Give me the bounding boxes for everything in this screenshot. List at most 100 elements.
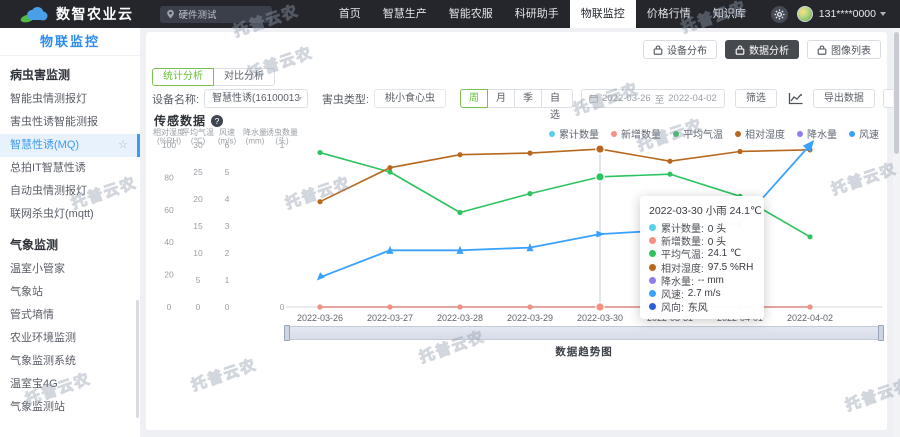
legend-dot — [735, 131, 741, 137]
sidebar-item-smart-insect-lamp[interactable]: 智能虫情测报灯 — [0, 88, 140, 111]
tooltip-series-value: 24.1 ℃ — [708, 248, 741, 259]
user-name[interactable]: 131****0000 — [819, 8, 876, 20]
point-marker — [457, 152, 462, 157]
nav-item-price-market[interactable]: 价格行情 — [636, 0, 702, 28]
page-scrollbar[interactable] — [893, 28, 900, 437]
datazoom-slider[interactable] — [286, 326, 882, 340]
sidebar-item-label: 管式墒情 — [10, 309, 54, 321]
y-axis-tick: 100 — [162, 140, 176, 150]
period-button-group: 周月季自选 — [460, 89, 573, 108]
y-axis-tick: 3 — [225, 221, 230, 231]
nav-item-smart-service[interactable]: 智能农服 — [438, 0, 504, 28]
point-marker — [317, 304, 322, 309]
pest-type-value[interactable]: 桃小食心虫 — [374, 89, 446, 108]
lock-icon — [735, 45, 745, 55]
pest-type-label: 害虫类型: — [322, 91, 369, 107]
sidebar-item-weather-monitor-station[interactable]: 气象监测站 — [0, 396, 140, 419]
sidebar-item-agri-env-monitor[interactable]: 农业环境监测 — [0, 327, 140, 350]
point-marker — [527, 304, 532, 309]
sidebar-item-pest-lure-report[interactable]: 害虫性诱智能测报 — [0, 111, 140, 134]
legend-item-relative-humidity[interactable]: 相对湿度 — [735, 126, 785, 141]
sidebar-item-weather-monitor-system[interactable]: 气象监测系统 — [0, 350, 140, 373]
sensor-chart[interactable]: 相对湿度(%RH)100806040200平均气温(℃)302520151050… — [146, 128, 887, 333]
help-icon[interactable]: ? — [211, 115, 223, 127]
point-marker — [667, 159, 672, 164]
tab-statistical-analysis[interactable]: 统计分析 — [152, 68, 214, 86]
nav-item-research-assistant[interactable]: 科研助手 — [504, 0, 570, 28]
nav-item-home[interactable]: 首页 — [328, 0, 372, 28]
nav-item-knowledge-base[interactable]: 知识库 — [702, 0, 757, 28]
sidebar-item-label: 联网杀虫灯(mqtt) — [10, 208, 94, 220]
tooltip-row: 累计数量:0 头 — [649, 221, 755, 234]
sidebar-item-tube-moisture[interactable]: 管式墒情 — [0, 304, 140, 327]
period-button-month[interactable]: 月 — [487, 89, 515, 108]
chart-legend: 累计数量新增数量 平均气温相对湿度降水量 风速 — [549, 126, 879, 141]
legend-item-cumulative-count[interactable]: 累计数量 — [549, 126, 599, 141]
filter-button[interactable]: 筛选 — [735, 89, 777, 108]
sidebar-item-greenhouse-keeper[interactable]: 温室小管家 — [0, 258, 140, 281]
tooltip-row: 新增数量:0 头 — [649, 234, 755, 247]
y-axis-tick: 4 — [225, 194, 230, 204]
sensor-data-title: 传感数据 — [154, 112, 206, 129]
y-axis-tick: 25 — [193, 167, 203, 177]
sidebar-item-smart-lure-mq[interactable]: 智慧性诱(MQ)☆ — [0, 134, 140, 157]
sidebar-section-pest-monitoring: 病虫害监测 — [0, 56, 140, 88]
legend-item-rainfall[interactable]: 降水量 — [797, 126, 837, 141]
sidebar-item-iot-insecticidal-lamp[interactable]: 联网杀虫灯(mqtt) — [0, 203, 140, 226]
sidebar-item-label: 智能虫情测报灯 — [10, 93, 87, 105]
legend-item-new-count[interactable]: 新增数量 — [611, 126, 661, 141]
y-axis-tick: 40 — [164, 237, 174, 247]
nav-item-smart-production[interactable]: 智慧生产 — [372, 0, 438, 28]
point-marker — [527, 191, 532, 196]
legend-item-wind-speed[interactable]: 风速 — [849, 126, 879, 141]
legend-label: 平均气温 — [683, 126, 723, 141]
legend-label: 风速 — [859, 126, 879, 141]
view-button-label: 设备分布 — [667, 42, 707, 57]
sidebar-scrollbar[interactable] — [136, 300, 139, 418]
period-button-week[interactable]: 周 — [460, 89, 488, 108]
trend-chart-icon-button[interactable] — [788, 92, 803, 105]
device-select[interactable]: 智慧性诱(16100013 — [204, 89, 308, 108]
settings-button[interactable] — [771, 6, 788, 23]
x-axis-label: 2022-04-02 — [787, 313, 833, 323]
tooltip-rows: 累计数量:0 头新增数量:0 头平均气温:24.1 ℃相对湿度:97.5 %RH… — [649, 221, 755, 313]
y-axis-unit: (mm) — [246, 137, 265, 146]
y-axis-tick: 6 — [225, 140, 230, 150]
view-button-label: 数据分析 — [749, 42, 789, 57]
datazoom-right-handle[interactable] — [878, 325, 884, 341]
lock-icon — [817, 45, 827, 55]
sidebar-item-weather-station[interactable]: 气象站 — [0, 281, 140, 304]
export-data-button[interactable]: 导出数据 — [813, 89, 875, 108]
search-input[interactable]: 硬件测试 — [160, 6, 272, 23]
y-axis-tick: 60 — [164, 205, 174, 215]
legend-item-avg-temperature[interactable]: 平均气温 — [673, 126, 723, 141]
y-axis-tick: 80 — [164, 172, 174, 182]
view-button-image-list[interactable]: 图像列表 — [807, 40, 881, 59]
app-logo[interactable]: 数智农业云 — [20, 4, 134, 24]
chart-tooltip: 2022-03-30 小雨 24.1℃ 累计数量:0 头新增数量:0 头平均气温… — [640, 196, 764, 319]
date-range-picker[interactable]: 2022-03-26 至 2022-04-02 — [581, 89, 725, 108]
sidebar-item-zongpai-it-lure[interactable]: 总拍IT智慧性诱 — [0, 157, 140, 180]
tooltip-row: 相对湿度:97.5 %RH — [649, 261, 755, 274]
sidebar-item-label: 温室小管家 — [10, 263, 65, 275]
page-scrollbar-thumb[interactable] — [894, 32, 899, 154]
datazoom-left-handle[interactable] — [284, 325, 290, 341]
period-button-quarter[interactable]: 季 — [514, 89, 542, 108]
y-axis-tick: 10 — [193, 248, 203, 258]
view-button-data-analysis[interactable]: 数据分析 — [725, 40, 799, 59]
user-menu-caret-icon[interactable] — [880, 12, 886, 16]
star-icon[interactable]: ☆ — [118, 134, 128, 157]
tab-comparative-analysis[interactable]: 对比分析 — [213, 68, 275, 86]
period-button-custom[interactable]: 自选 — [541, 89, 573, 108]
sidebar-item-auto-insect-lamp[interactable]: 自动虫情测报灯 — [0, 180, 140, 203]
tooltip-title: 2022-03-30 小雨 24.1℃ — [649, 203, 755, 218]
sidebar-item-greenhouse-4g[interactable]: 温室宝4G — [0, 373, 140, 396]
nav-item-iot-monitoring[interactable]: 物联监控 — [570, 0, 636, 28]
point-marker — [387, 165, 392, 170]
wind-arrow-marker — [314, 272, 325, 283]
view-button-device-distribution[interactable]: 设备分布 — [643, 40, 717, 59]
y-axis-tick: 5 — [225, 167, 230, 177]
filter-row: 设备名称: 智慧性诱(16100013 害虫类型: 桃小食心虫 周月季自选 20… — [152, 89, 900, 108]
sidebar-item-label: 气象监测系统 — [10, 355, 76, 367]
user-avatar[interactable] — [797, 6, 813, 22]
